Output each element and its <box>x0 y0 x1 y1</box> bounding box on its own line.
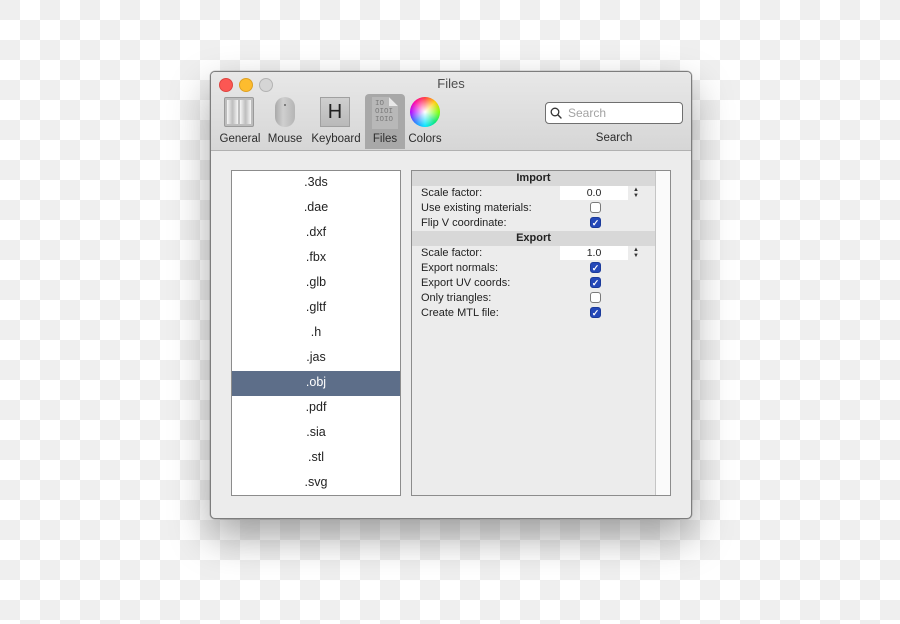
tab-mouse[interactable]: Mouse <box>265 94 305 149</box>
files-icon: IO OIOI IOIO <box>369 97 401 129</box>
export-scale-factor-field[interactable]: 1.0 <box>560 246 628 260</box>
import-scale-factor-field[interactable]: 0.0 <box>560 186 628 200</box>
tab-colors-label: Colors <box>408 133 442 145</box>
options-scrollbar[interactable] <box>655 171 670 495</box>
tab-general-label: General <box>219 133 261 145</box>
list-item[interactable]: .dae <box>232 196 400 221</box>
option-label: Scale factor: <box>421 247 483 259</box>
list-item[interactable]: .h <box>232 321 400 346</box>
flip-v-coordinate-row: Flip V coordinate: ✓ <box>412 216 655 231</box>
export-scale-factor-stepper[interactable]: ▲ ▼ <box>632 247 640 260</box>
import-scale-factor-row: Scale factor: 0.0 ▲ ▼ <box>412 186 655 201</box>
option-label: Flip V coordinate: <box>421 217 507 229</box>
toolbar: Files General Mouse H Keyboard IO OIOI IOI… <box>211 72 691 151</box>
option-label: Create MTL file: <box>421 307 499 319</box>
option-label: Export UV coords: <box>421 277 511 289</box>
export-normals-row: Export normals: ✓ <box>412 261 655 276</box>
tab-mouse-label: Mouse <box>267 133 303 145</box>
file-type-list[interactable]: .3ds .dae .dxf .fbx .glb .gltf .h .jas .… <box>231 170 401 496</box>
tab-colors[interactable]: Colors <box>407 94 443 149</box>
list-item[interactable]: .pdf <box>232 396 400 421</box>
window-title: Files <box>437 76 465 91</box>
list-item[interactable]: .fbx <box>232 246 400 271</box>
export-section-header: Export <box>412 231 655 246</box>
use-existing-materials-checkbox[interactable] <box>590 202 601 213</box>
mouse-icon <box>269 97 301 129</box>
export-normals-checkbox[interactable]: ✓ <box>590 262 601 273</box>
create-mtl-file-row: Create MTL file: ✓ <box>412 306 655 321</box>
tab-files-label: Files <box>372 133 398 145</box>
tab-keyboard-label: Keyboard <box>311 133 361 145</box>
tab-files[interactable]: IO OIOI IOIO Files <box>365 94 405 149</box>
list-item[interactable]: .jas <box>232 346 400 371</box>
flip-v-coordinate-checkbox[interactable]: ✓ <box>590 217 601 228</box>
import-scale-factor-stepper[interactable]: ▲ ▼ <box>632 187 640 200</box>
options-panel: Import Scale factor: 0.0 ▲ ▼ Use existing… <box>411 170 671 496</box>
list-item[interactable]: .dxf <box>232 221 400 246</box>
option-label: Export normals: <box>421 262 499 274</box>
search-caption: Search <box>595 132 633 144</box>
keyboard-icon: H <box>320 97 352 129</box>
export-scale-factor-row: Scale factor: 1.0 ▲ ▼ <box>412 246 655 261</box>
tab-keyboard[interactable]: H Keyboard <box>309 94 363 149</box>
list-item-selected[interactable]: .obj <box>232 371 400 396</box>
search-input[interactable] <box>566 105 670 121</box>
only-triangles-checkbox[interactable] <box>590 292 601 303</box>
colors-icon <box>409 97 441 129</box>
export-uv-coords-row: Export UV coords: ✓ <box>412 276 655 291</box>
export-uv-coords-checkbox[interactable]: ✓ <box>590 277 601 288</box>
list-item[interactable]: .sia <box>232 421 400 446</box>
general-icon <box>224 97 256 129</box>
list-item[interactable]: .3ds <box>232 171 400 196</box>
option-label: Use existing materials: <box>421 202 532 214</box>
use-existing-materials-row: Use existing materials: <box>412 201 655 216</box>
option-label: Only triangles: <box>421 292 492 304</box>
preferences-window: Files General Mouse H Keyboard IO OIOI IOI… <box>210 71 692 519</box>
search-field[interactable] <box>545 102 683 124</box>
search-icon <box>550 107 562 119</box>
option-label: Scale factor: <box>421 187 483 199</box>
tab-general[interactable]: General <box>217 94 263 149</box>
only-triangles-row: Only triangles: <box>412 291 655 306</box>
list-item[interactable]: .stl <box>232 446 400 471</box>
create-mtl-file-checkbox[interactable]: ✓ <box>590 307 601 318</box>
list-item[interactable]: .gltf <box>232 296 400 321</box>
import-section-header: Import <box>412 171 655 186</box>
list-item[interactable]: .glb <box>232 271 400 296</box>
list-item[interactable]: .svg <box>232 471 400 496</box>
